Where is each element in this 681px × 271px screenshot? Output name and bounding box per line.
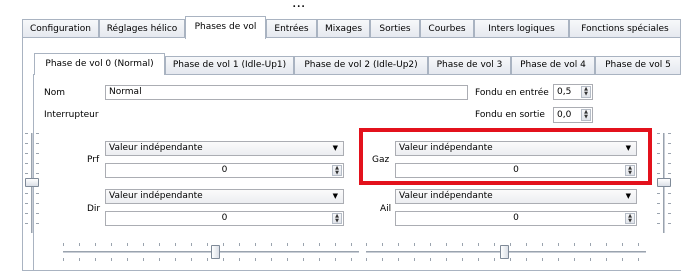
- tab-phase-3[interactable]: Phase de vol 3: [428, 56, 511, 75]
- name-field[interactable]: Normal: [105, 85, 468, 100]
- ail-label: Ail: [380, 204, 392, 214]
- tab-mixages[interactable]: Mixages: [317, 19, 370, 39]
- fade-out-spinbox[interactable]: 0,0 ▲ ▼: [553, 107, 593, 123]
- switch-label: Interrupteur: [44, 110, 99, 120]
- tab-phase-4[interactable]: Phase de vol 4: [511, 56, 595, 75]
- dir-value-spinbox[interactable]: 0 ▲ ▼: [105, 211, 344, 226]
- tab-courbes[interactable]: Courbes: [420, 19, 474, 39]
- tab-phase-5[interactable]: Phase de vol 5: [595, 56, 681, 75]
- fade-in-spinbox[interactable]: 0,5 ▲ ▼: [553, 84, 593, 100]
- fade-in-value: 0,5: [557, 87, 572, 97]
- tab-reglages-helico[interactable]: Réglages hélico: [99, 19, 185, 39]
- right-horizontal-slider[interactable]: [366, 241, 646, 261]
- slider-thumb[interactable]: [657, 178, 671, 187]
- tab-fonctions-speciales[interactable]: Fonctions spéciales: [569, 19, 681, 39]
- name-label: Nom: [44, 88, 66, 98]
- main-tab-bar: Configuration Réglages hélico Phases de …: [22, 16, 681, 39]
- chevron-down-icon: ▼: [332, 192, 338, 200]
- right-vertical-slider[interactable]: [657, 133, 671, 233]
- ail-value-spinbox[interactable]: 0 ▲ ▼: [395, 211, 637, 226]
- left-vertical-slider[interactable]: [25, 133, 39, 233]
- prf-value: 0: [221, 165, 228, 175]
- left-horizontal-slider[interactable]: [63, 241, 359, 261]
- slider-thumb[interactable]: [25, 178, 39, 187]
- fade-in-label: Fondu en entrée: [475, 88, 549, 98]
- slider-thumb[interactable]: [211, 245, 220, 259]
- tab-sorties[interactable]: Sorties: [370, 19, 420, 39]
- prf-value-spinbox[interactable]: 0 ▲ ▼: [105, 163, 344, 178]
- spin-arrows-icon[interactable]: ▲ ▼: [332, 165, 342, 176]
- tab-phase-2[interactable]: Phase de vol 2 (Idle-Up2): [294, 56, 428, 75]
- tab-phases-de-vol[interactable]: Phases de vol: [185, 16, 266, 39]
- prf-mode-value: Valeur indépendante: [109, 143, 203, 153]
- fade-out-label: Fondu en sortie: [475, 110, 545, 120]
- tab-inters-logiques[interactable]: Inters logiques: [474, 19, 569, 39]
- prf-label: Prf: [87, 155, 100, 165]
- dir-label: Dir: [87, 204, 101, 214]
- tab-phase-1[interactable]: Phase de vol 1 (Idle-Up1): [165, 56, 294, 75]
- dir-value: 0: [221, 213, 228, 223]
- chevron-down-icon: ▼: [332, 144, 338, 152]
- tab-configuration[interactable]: Configuration: [22, 19, 99, 39]
- spin-arrows-icon[interactable]: ▲ ▼: [625, 213, 635, 224]
- spin-arrows-icon[interactable]: ▲ ▼: [332, 213, 342, 224]
- slider-thumb[interactable]: [500, 245, 509, 259]
- fade-out-value: 0,0: [557, 110, 572, 120]
- chevron-down-icon: ▼: [625, 192, 631, 200]
- ail-value: 0: [513, 213, 519, 223]
- highlight-box: [359, 128, 652, 185]
- prf-mode-select[interactable]: Valeur indépendante ▼: [105, 141, 344, 156]
- tab-phase-0[interactable]: Phase de vol 0 (Normal): [34, 53, 165, 75]
- tab-entrees[interactable]: Entrées: [266, 19, 317, 39]
- spin-arrows-icon[interactable]: ▲ ▼: [581, 109, 591, 121]
- dir-mode-value: Valeur indépendante: [109, 191, 203, 201]
- ail-mode-value: Valeur indépendante: [399, 191, 493, 201]
- dir-mode-select[interactable]: Valeur indépendante ▼: [105, 189, 344, 204]
- ail-mode-select[interactable]: Valeur indépendante ▼: [395, 189, 637, 204]
- spin-arrows-icon[interactable]: ▲ ▼: [581, 86, 591, 98]
- window-title-fragment: ...: [292, 0, 306, 8]
